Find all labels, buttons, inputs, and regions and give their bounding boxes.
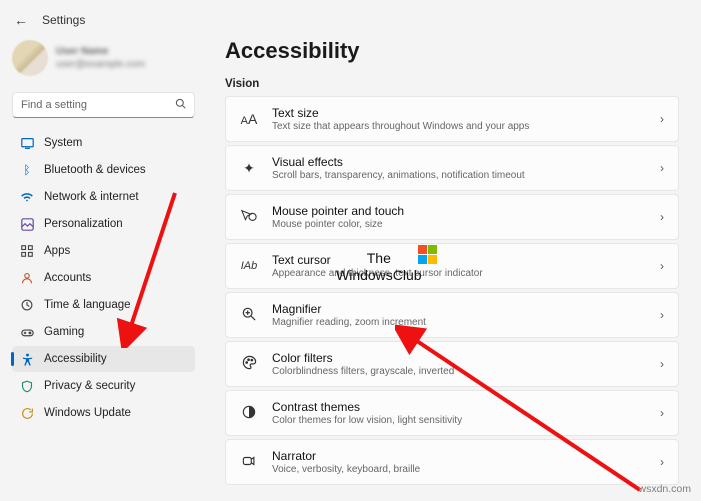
card-sub: Text size that appears throughout Window… [272,121,646,132]
chevron-right-icon: › [660,308,664,322]
card-sub: Color themes for low vision, light sensi… [272,415,646,426]
chevron-right-icon: › [660,161,664,175]
card-text-size[interactable]: AA Text sizeText size that appears throu… [225,96,679,142]
card-title: Contrast themes [272,400,646,414]
sidebar-item-bluetooth[interactable]: ᛒ Bluetooth & devices [12,157,195,183]
chevron-right-icon: › [660,357,664,371]
bluetooth-icon: ᛒ [20,163,34,177]
sidebar-item-label: Accounts [44,272,91,284]
card-title: Narrator [272,449,646,463]
card-sub: Mouse pointer color, size [272,219,646,230]
profile-email: user@example.com [56,58,145,71]
sidebar-item-accessibility[interactable]: Accessibility [12,346,195,372]
text-size-icon: AA [240,111,258,127]
card-title: Color filters [272,351,646,365]
sidebar-item-label: Accessibility [44,353,107,365]
avatar [12,40,48,76]
section-title: Vision [225,78,679,90]
card-mouse-pointer[interactable]: Mouse pointer and touchMouse pointer col… [225,194,679,240]
palette-icon [240,355,258,373]
sidebar-item-label: Bluetooth & devices [44,164,146,176]
sidebar-item-system[interactable]: System [12,130,195,156]
sidebar-item-label: Personalization [44,218,123,230]
system-icon [20,136,34,150]
card-title: Mouse pointer and touch [272,204,646,218]
search-icon [175,98,186,112]
chevron-right-icon: › [660,210,664,224]
card-title: Text cursor [272,253,646,267]
card-sub: Magnifier reading, zoom increment [272,317,646,328]
sidebar-item-personalization[interactable]: Personalization [12,211,195,237]
narrator-icon [240,454,258,471]
page-title: Accessibility [225,38,679,64]
sidebar-item-update[interactable]: Windows Update [12,400,195,426]
card-contrast-themes[interactable]: Contrast themesColor themes for low visi… [225,390,679,436]
clock-icon [20,298,34,312]
sidebar: User Name user@example.com Find a settin… [0,32,203,501]
sidebar-item-label: Network & internet [44,191,139,203]
card-sub: Scroll bars, transparency, animations, n… [272,170,646,181]
search-placeholder: Find a setting [21,99,175,111]
chevron-right-icon: › [660,406,664,420]
mouse-pointer-icon [240,209,258,226]
shield-icon [20,379,34,393]
window-title: Settings [42,13,85,27]
sidebar-item-label: Time & language [44,299,131,311]
user-profile[interactable]: User Name user@example.com [12,36,195,80]
main-content: Accessibility Vision AA Text sizeText si… [203,32,701,501]
sidebar-item-label: Windows Update [44,407,131,419]
sidebar-item-apps[interactable]: Apps [12,238,195,264]
card-magnifier[interactable]: MagnifierMagnifier reading, zoom increme… [225,292,679,338]
accessibility-icon [20,352,34,366]
sidebar-item-time[interactable]: Time & language [12,292,195,318]
card-sub: Voice, verbosity, keyboard, braille [272,464,646,475]
card-title: Text size [272,106,646,120]
contrast-icon [240,405,258,422]
card-title: Visual effects [272,155,646,169]
sidebar-item-accounts[interactable]: Accounts [12,265,195,291]
update-icon [20,406,34,420]
card-narrator[interactable]: NarratorVoice, verbosity, keyboard, brai… [225,439,679,485]
profile-name: User Name [56,45,145,58]
card-sub: Colorblindness filters, grayscale, inver… [272,366,646,377]
sidebar-item-privacy[interactable]: Privacy & security [12,373,195,399]
card-color-filters[interactable]: Color filtersColorblindness filters, gra… [225,341,679,387]
sidebar-item-label: System [44,137,82,149]
sidebar-item-label: Privacy & security [44,380,135,392]
sidebar-item-label: Gaming [44,326,84,338]
wifi-icon [20,190,34,204]
chevron-right-icon: › [660,112,664,126]
chevron-right-icon: › [660,259,664,273]
card-visual-effects[interactable]: ✦ Visual effectsScroll bars, transparenc… [225,145,679,191]
site-watermark: wsxdn.com [638,483,691,495]
accounts-icon [20,271,34,285]
gaming-icon [20,325,34,339]
card-sub: Appearance and thickness, text cursor in… [272,268,646,279]
sidebar-item-network[interactable]: Network & internet [12,184,195,210]
magnifier-icon [240,307,258,324]
chevron-right-icon: › [660,455,664,469]
personalization-icon [20,217,34,231]
back-icon[interactable]: ← [14,12,28,28]
card-title: Magnifier [272,302,646,316]
sidebar-item-label: Apps [44,245,70,257]
sparkle-icon: ✦ [240,160,258,177]
sidebar-item-gaming[interactable]: Gaming [12,319,195,345]
search-input[interactable]: Find a setting [12,92,195,118]
card-text-cursor[interactable]: IAb Text cursorAppearance and thickness,… [225,243,679,289]
text-cursor-icon: IAb [240,260,258,272]
apps-icon [20,244,34,258]
